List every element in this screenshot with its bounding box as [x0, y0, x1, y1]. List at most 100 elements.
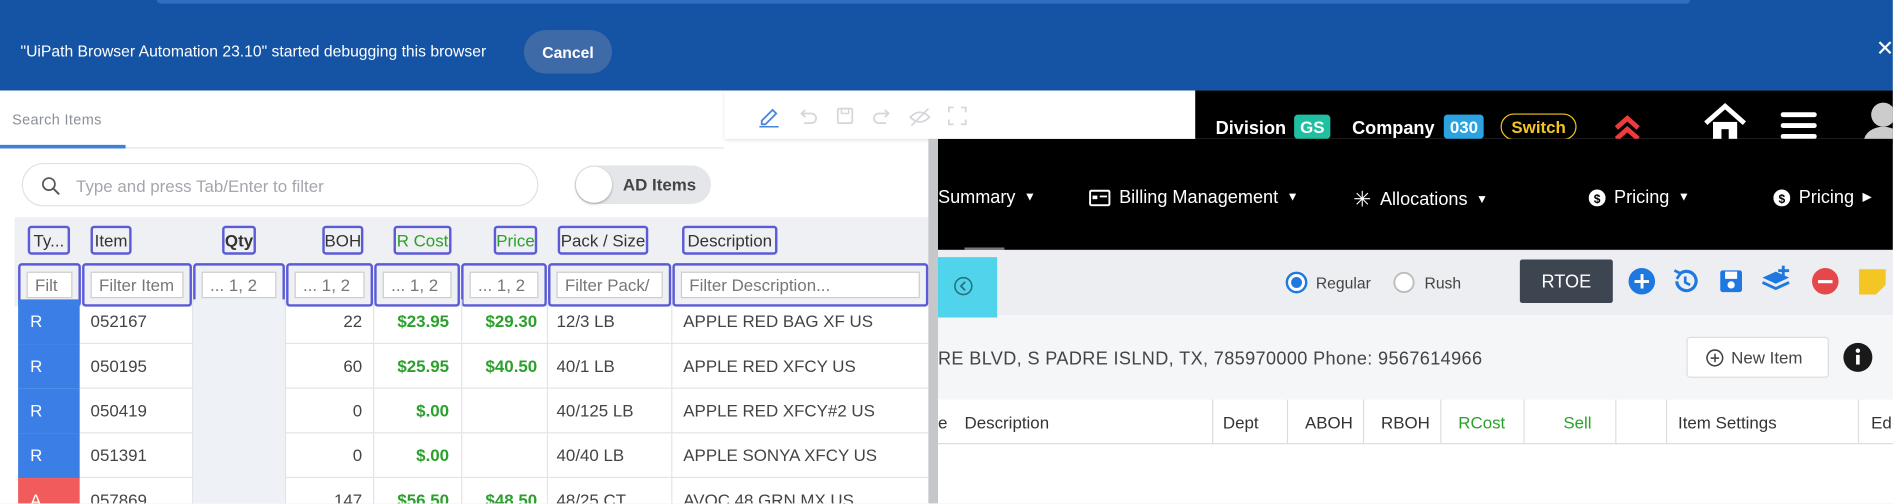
col-type[interactable]: Ty...: [27, 225, 71, 255]
save-disabled-icon[interactable]: [835, 106, 854, 125]
nav-summary[interactable]: Summary ▼: [938, 187, 1036, 208]
row-divider: [191, 433, 194, 479]
info-icon[interactable]: [1842, 342, 1873, 373]
redo-icon[interactable]: [872, 106, 894, 128]
row-divider: [546, 344, 549, 389]
col-r-cost[interactable]: R Cost: [393, 225, 452, 255]
row-boh-cell: 60: [343, 356, 363, 376]
row-pack-cell: 40/1 LB: [556, 356, 615, 376]
row-price-cell: [462, 389, 537, 434]
row-divider: [461, 344, 463, 389]
col-header-item-settings[interactable]: Item Settings: [1678, 413, 1777, 432]
switch-button[interactable]: Switch: [1500, 113, 1577, 141]
col-header-rboh[interactable]: RBOH: [1381, 413, 1430, 432]
filter-description-input[interactable]: [680, 271, 920, 299]
nav-allocations[interactable]: ✳ Allocations ▼: [1353, 187, 1488, 212]
add-circle-icon[interactable]: [1626, 266, 1657, 297]
nav-pricing-2[interactable]: $ Pricing ▶: [1773, 187, 1872, 208]
row-qty-cell[interactable]: [193, 344, 285, 389]
col-price[interactable]: Price: [493, 225, 538, 255]
col-pack-size[interactable]: Pack / Size: [557, 225, 649, 255]
table-row[interactable]: R 051391 0 $.00 40/40 LB APPLE SONYA XFC…: [18, 433, 929, 479]
dollar-coin-icon: $: [1773, 188, 1791, 206]
col-header-rcost[interactable]: RCost: [1458, 413, 1505, 432]
row-divider: [191, 344, 194, 389]
col-description[interactable]: Description: [682, 225, 778, 255]
row-divider: [284, 299, 287, 345]
col-boh[interactable]: BOH: [322, 225, 364, 255]
table-row[interactable]: R 050419 0 $.00 40/125 LB APPLE RED XFCY…: [18, 388, 929, 434]
col-header-dept[interactable]: Dept: [1223, 413, 1259, 432]
col-divider: [1665, 399, 1668, 445]
filter-rcost-input[interactable]: [382, 271, 452, 299]
user-avatar-icon[interactable]: [1862, 100, 1893, 144]
tab-search-items[interactable]: Search Items: [12, 111, 102, 128]
col-header-edit[interactable]: Ed: [1871, 413, 1892, 432]
row-qty-cell[interactable]: [193, 299, 285, 345]
edit-icon[interactable]: [758, 106, 780, 128]
filter-price-input[interactable]: [469, 271, 539, 299]
row-divider: [373, 478, 375, 504]
row-pack-cell: 48/25 CT: [556, 490, 627, 504]
table-row[interactable]: R 050195 60 $25.95 $40.50 40/1 LB APPLE …: [18, 344, 929, 389]
row-type-cell: R: [18, 433, 80, 479]
row-divider: [671, 299, 673, 345]
row-type-cell: R: [18, 299, 80, 345]
row-boh-cell: 0: [352, 445, 363, 465]
row-item-cell: 050419: [90, 400, 147, 421]
regular-radio[interactable]: [1284, 270, 1308, 294]
col-header-aboh[interactable]: ABOH: [1305, 413, 1353, 432]
history-icon[interactable]: [1670, 266, 1701, 297]
row-qty-cell[interactable]: [193, 478, 285, 504]
home-icon[interactable]: [1702, 103, 1748, 144]
address-bar-strip: [156, 0, 1691, 4]
save-icon[interactable]: [1715, 266, 1746, 297]
nav-pricing[interactable]: $ Pricing ▼: [1588, 187, 1690, 208]
ad-items-toggle[interactable]: AD Items: [574, 165, 712, 205]
cancel-debug-button[interactable]: Cancel: [523, 30, 613, 74]
caret-down-icon: ▼: [1677, 190, 1690, 205]
filter-item-input[interactable]: [90, 271, 184, 299]
filter-qty-input[interactable]: [201, 271, 277, 299]
hamburger-menu-icon[interactable]: [1780, 110, 1817, 141]
items-grid: R 052167 22 $23.95 $29.30 12/3 LB APPLE …: [18, 299, 929, 504]
col-divider: [1286, 399, 1289, 445]
rush-radio[interactable]: [1392, 270, 1416, 294]
table-row[interactable]: R 052167 22 $23.95 $29.30 12/3 LB APPLE …: [18, 299, 929, 345]
row-price-cell: [462, 433, 537, 478]
item-search-input[interactable]: [76, 173, 523, 198]
col-divider: [1362, 399, 1365, 445]
row-description-cell: APPLE RED XFCY US: [683, 356, 856, 376]
col-divider: [1212, 399, 1214, 445]
asterisk-icon: ✳: [1353, 187, 1372, 212]
row-rcost-cell: $.00: [416, 445, 450, 465]
close-icon[interactable]: ✕: [1876, 36, 1893, 61]
hide-eye-icon[interactable]: [908, 106, 932, 128]
table-row[interactable]: A 057869 147 $56.50 $48.50 48/25 CT AVOC…: [18, 478, 928, 504]
undo-icon[interactable]: [797, 106, 819, 128]
panel-scrollbar[interactable]: [928, 138, 938, 504]
row-divider: [671, 478, 673, 504]
rtoe-button[interactable]: RTOE: [1519, 259, 1613, 304]
new-item-button[interactable]: New Item: [1686, 336, 1829, 378]
layers-add-icon[interactable]: [1760, 265, 1791, 297]
sticky-note-icon[interactable]: [1857, 266, 1888, 297]
row-qty-cell[interactable]: [193, 388, 285, 434]
col-item[interactable]: Item: [90, 225, 132, 255]
collapse-panel-button[interactable]: [937, 257, 998, 318]
filter-boh-input[interactable]: [294, 271, 365, 299]
remove-circle-icon[interactable]: [1810, 266, 1841, 297]
col-header-sell[interactable]: Sell: [1563, 413, 1591, 432]
col-qty[interactable]: Qty: [222, 225, 256, 255]
fullscreen-icon[interactable]: [948, 106, 967, 126]
filter-type-input[interactable]: [26, 271, 73, 299]
row-qty-cell[interactable]: [193, 433, 285, 479]
row-divider: [546, 299, 549, 345]
col-divider: [1615, 399, 1617, 445]
filter-pack-input[interactable]: [556, 271, 663, 299]
col-header-description[interactable]: Description: [965, 413, 1050, 432]
row-pack-cell: 12/3 LB: [556, 311, 615, 331]
nav-billing-management[interactable]: Billing Management ▼: [1089, 187, 1299, 208]
customer-address: RE BLVD, S PADRE ISLND, TX, 785970000 Ph…: [937, 348, 1483, 370]
row-divider: [546, 388, 549, 434]
